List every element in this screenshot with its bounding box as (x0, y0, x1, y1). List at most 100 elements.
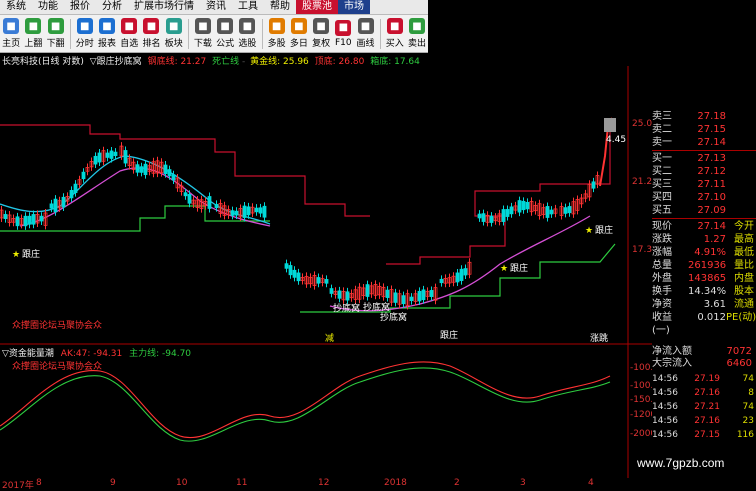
report-icon: ■ (99, 18, 116, 34)
toolbar-button-3[interactable]: ■ 分时 (74, 16, 96, 51)
quote-row: 现价 27.14 今开 (652, 220, 756, 233)
menu-8[interactable]: 股票池 (296, 0, 338, 14)
candle-body (545, 206, 550, 218)
toolbar-button-13[interactable]: ■ 复权 (310, 16, 332, 51)
candle-body (39, 215, 44, 222)
ak-line (0, 361, 611, 439)
toolbar-button-5[interactable]: ■ 自选 (118, 16, 140, 51)
quote-key: 涨跌 (652, 234, 672, 245)
candle-body (409, 296, 414, 302)
candle-body (421, 289, 426, 301)
zl-line (0, 367, 611, 442)
quote-row: 卖三 27.18 (652, 110, 756, 123)
toolbar-button-8[interactable]: ■ 下载 (192, 16, 214, 51)
sub-axis-label: -100.00 (630, 381, 652, 391)
candle-body (591, 181, 596, 189)
quote-row: 换手 14.34% 股本 (652, 285, 756, 298)
toolbar-button-1[interactable]: ■ 上翻 (22, 16, 44, 51)
candle-body (123, 150, 128, 164)
menu-9[interactable]: 市场 (338, 0, 370, 14)
candle-body (517, 200, 522, 213)
date-tick: 2017年 (2, 481, 34, 491)
genzhuang-label: 跟庄 (22, 248, 40, 260)
sub-indicator-name[interactable]: ▽资金能量潮 (2, 349, 54, 359)
quote-row: 买三 27.11 (652, 178, 756, 191)
tick-row: 14:56 27.21 74 (652, 400, 756, 414)
candlestick-chart[interactable]: 4.45跟庄★跟庄★跟庄★抄底窝 抄底窝抄底窝众撑圈论坛马聚协会众减 跟庄 涨跳25.… (0, 66, 652, 478)
chaodiwo-label-2: 抄底窝 (363, 301, 390, 313)
candle-body (109, 150, 114, 159)
page-down-icon: ■ (47, 18, 64, 34)
chaodiwo-label-3: 抄底窝 (380, 311, 407, 323)
fund-key: 净流入额 (652, 346, 692, 357)
quote-extra: 今开 (734, 221, 754, 232)
candle-body (15, 216, 20, 227)
menu-7[interactable]: 帮助 (264, 0, 296, 14)
toolbar-button-4[interactable]: ■ 报表 (96, 16, 118, 51)
candle-body (53, 198, 58, 213)
tick-time: 14:56 (652, 388, 678, 398)
menu-3[interactable]: 分析 (96, 0, 128, 14)
candle-body (262, 205, 267, 218)
toolbar-button-0[interactable]: ■ 主页 (0, 16, 22, 51)
quote-key: 外盘 (652, 273, 672, 284)
quote-row: 外盘 143865 内盘 (652, 272, 756, 285)
toolbar-button-16[interactable]: ■ 买入 (384, 16, 406, 51)
sub-axis-label: -1200.0 (630, 410, 652, 420)
quote-extra: 内盘 (734, 273, 754, 284)
quote-key: 买一 (652, 153, 672, 164)
quote-extra: 量比 (734, 260, 754, 271)
toolbar-button-15[interactable]: ■ 画线 (354, 16, 376, 51)
quote-value: 27.14 (697, 137, 726, 148)
candle-body (113, 151, 118, 157)
quote-row: 卖一 27.14 (652, 136, 756, 149)
candle-body (477, 213, 482, 219)
candle-body (234, 210, 239, 216)
menu-0[interactable]: 系统 (0, 0, 32, 14)
candle-body (105, 152, 110, 158)
menu-4[interactable]: 扩展市场行情 (128, 0, 200, 14)
toolbar-button-10[interactable]: ■ 选股 (236, 16, 258, 51)
toolbar-label: 下载 (193, 39, 212, 49)
toolbar-button-17[interactable]: ■ 卖出 (406, 16, 428, 51)
candle-body (459, 268, 464, 281)
multi-day-icon: ■ (290, 18, 307, 34)
watermark: www.7gpzb.com (637, 456, 725, 470)
quote-value: 27.15 (697, 124, 726, 135)
toolbar-button-2[interactable]: ■ 下翻 (44, 16, 66, 51)
candle-body (292, 269, 297, 278)
toolbar-button-6[interactable]: ■ 排名 (140, 16, 162, 51)
candle-body (324, 279, 329, 284)
menu-5[interactable]: 资讯 (200, 0, 232, 14)
candle-body (230, 210, 235, 216)
candle-body (509, 206, 514, 215)
toolbar-label: 自选 (120, 39, 139, 49)
forum-label: 众撑圈论坛马聚协会众 (12, 319, 102, 331)
toolbar-button-7[interactable]: ■ 板块 (163, 16, 185, 51)
candle-body (31, 214, 36, 225)
menu-6[interactable]: 工具 (232, 0, 264, 14)
download-icon: ■ (194, 18, 211, 34)
toolbar-button-9[interactable]: ■ 公式 (214, 16, 236, 51)
toolbar-button-12[interactable]: ■ 多日 (288, 16, 310, 51)
star-icon: ★ (500, 264, 508, 274)
tick-row: 14:56 27.16 23 (652, 414, 756, 428)
toolbar-button-11[interactable]: ■ 多股 (265, 16, 287, 51)
candle-body (258, 207, 263, 214)
candle-body (337, 290, 342, 299)
quote-value: 27.09 (697, 205, 726, 216)
fund-key: 大宗流入 (652, 358, 692, 369)
quote-extra: 最高 (734, 234, 754, 245)
tick-volume: 23 (742, 416, 754, 426)
resistance-line-2 (386, 120, 611, 265)
fund-value: 7072 (726, 346, 752, 357)
toolbar-label: 主页 (2, 39, 21, 49)
menu-1[interactable]: 功能 (32, 0, 64, 14)
toolbar-button-14[interactable]: ■ F10 (332, 16, 354, 51)
toolbar-label: 多股 (267, 39, 286, 49)
candle-body (207, 196, 212, 209)
toolbar-label: 选股 (238, 39, 257, 49)
tick-row: 14:56 27.19 74 (652, 372, 756, 386)
menu-2[interactable]: 报价 (64, 0, 96, 14)
menu-bar: 系统 功能 报价 分析 扩展市场行情 资讯 工具 帮助 股票池 市场 (0, 0, 428, 15)
